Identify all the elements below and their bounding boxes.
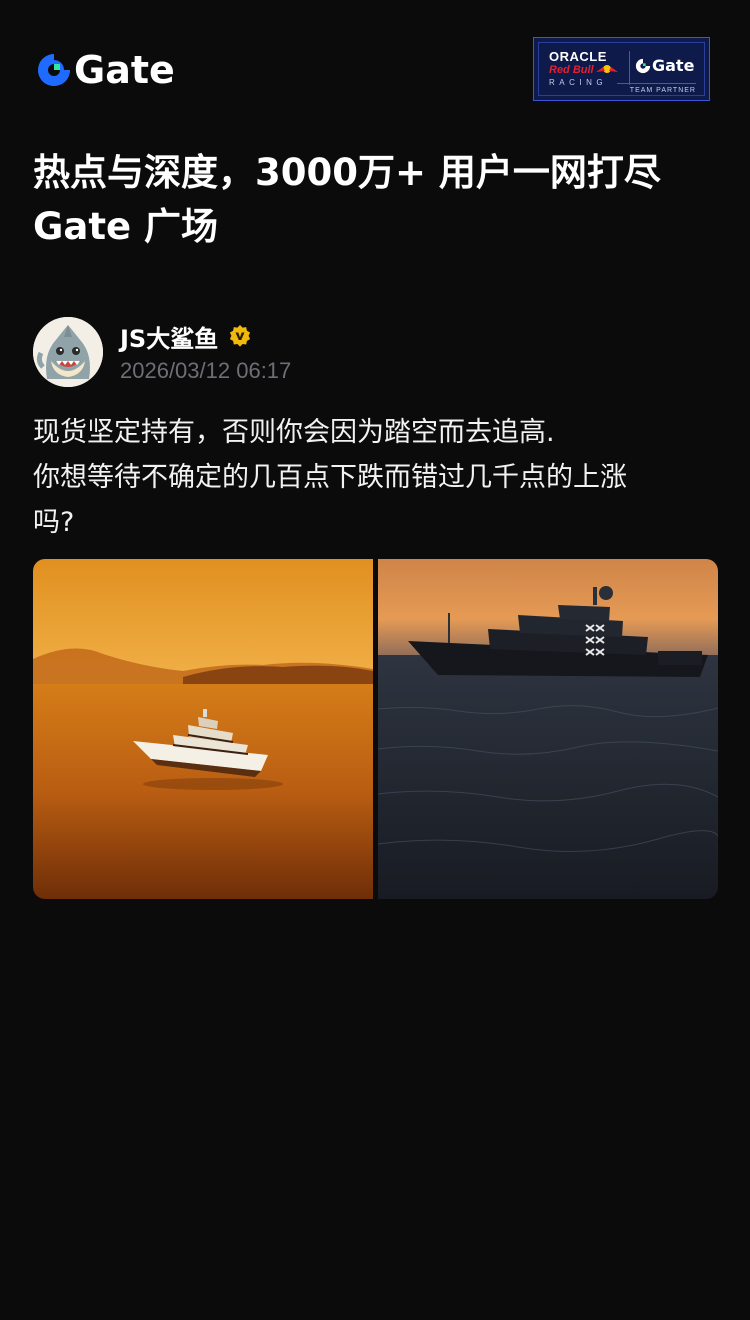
post-image-yacht-sunset[interactable] (33, 559, 373, 899)
headline-line: 热点与深度，3000万+ 用户一网打尽 (33, 151, 661, 194)
oracle-wordmark: ORACLE (549, 49, 607, 64)
header: Gate ORACLE Red Bull RACING Gate TEAM PA… (0, 0, 750, 120)
badge-gate-logo: Gate (635, 56, 694, 75)
post-text-line: 现货坚定持有，否则你会因为踏空而去追高. (33, 417, 555, 448)
post-timestamp: 2026/03/12 06:17 (120, 358, 292, 383)
page-headline: 热点与深度，3000万+ 用户一网打尽 Gate 广场 (33, 146, 723, 254)
yacht-dusk-illustration (378, 559, 718, 899)
avatar[interactable] (33, 317, 103, 387)
badge-rule (617, 83, 696, 84)
author-name[interactable]: JS大鲨鱼 (120, 319, 218, 354)
post-image-yacht-dusk[interactable] (378, 559, 718, 899)
badge-gate-text: Gate (652, 56, 695, 75)
post-text-line: 吗? (33, 507, 75, 538)
team-partner-badge: ORACLE Red Bull RACING Gate TEAM PARTNER (533, 37, 710, 101)
verified-v-icon (230, 325, 251, 347)
gate-logo-icon (635, 58, 651, 73)
headline-line: Gate 广场 (33, 205, 218, 248)
redbull-wordmark: Red Bull (549, 64, 594, 76)
post-text-line: 你想等待不确定的几百点下跌而错过几千点的上涨 (33, 462, 627, 493)
brand-name: Gate (74, 48, 175, 92)
team-partner-label: TEAM PARTNER (629, 87, 696, 94)
gate-logo-icon (38, 54, 70, 86)
shark-avatar-icon (33, 317, 103, 387)
racing-wordmark: RACING (549, 78, 608, 87)
post-author: JS大鲨鱼 2026/03/12 06:17 (33, 316, 723, 388)
yacht-sunset-illustration (33, 559, 373, 899)
author-name-row: JS大鲨鱼 (120, 319, 252, 353)
gate-logo[interactable]: Gate (36, 50, 175, 90)
redbull-bulls-icon (596, 65, 618, 73)
badge-divider (629, 51, 630, 85)
partner-badge-frame: ORACLE Red Bull RACING Gate TEAM PARTNER (538, 42, 705, 96)
post-body: 现货坚定持有，否则你会因为踏空而去追高. 你想等待不确定的几百点下跌而错过几千点… (33, 410, 723, 545)
post-image-grid (33, 559, 718, 899)
